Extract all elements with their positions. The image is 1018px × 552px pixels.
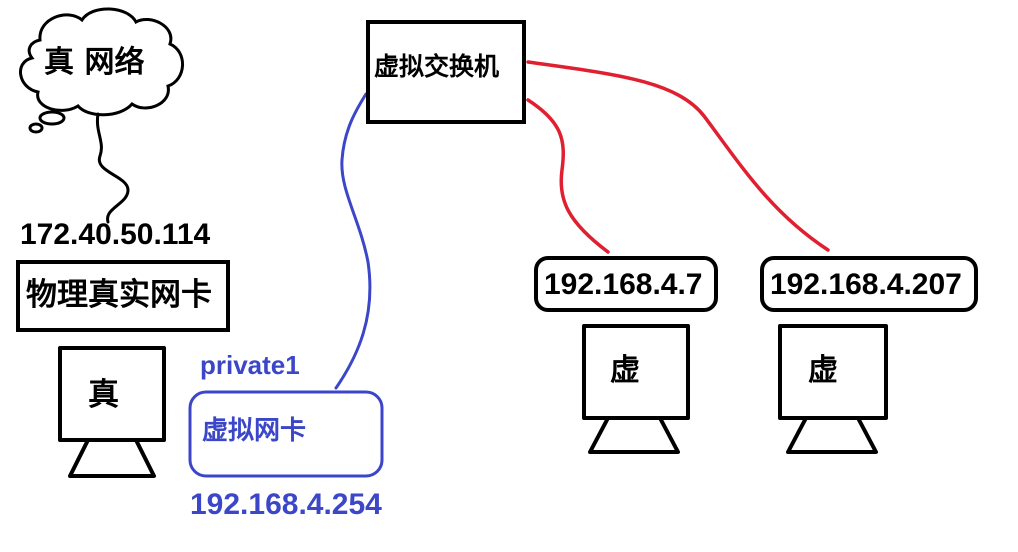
physical-nic-label: 物理真实网卡 [26,277,212,313]
blue-link [334,92,372,390]
vnic-name-label: private1 [200,350,300,380]
vm2-monitor [778,324,888,454]
real-ip-label: 172.40.50.114 [20,218,211,251]
vm1-label: 虚 [610,353,640,388]
vnic-label: 虚拟网卡 [202,416,307,446]
vnic-ip-label: 192.168.4.254 [190,488,382,521]
vm1-ip-label: 192.168.4.7 [544,268,703,301]
vm2-ip-label: 192.168.4.207 [770,268,962,301]
cloud-label: 真 网络 [44,45,145,80]
red-link-vm1 [526,98,610,254]
red-link-vm2 [526,60,830,252]
real-host-label: 真 [88,377,119,413]
vm1-monitor [582,324,690,454]
switch-label: 虚拟交换机 [374,52,500,81]
cloud-wire [95,112,130,224]
vm2-label: 虚 [808,353,838,388]
